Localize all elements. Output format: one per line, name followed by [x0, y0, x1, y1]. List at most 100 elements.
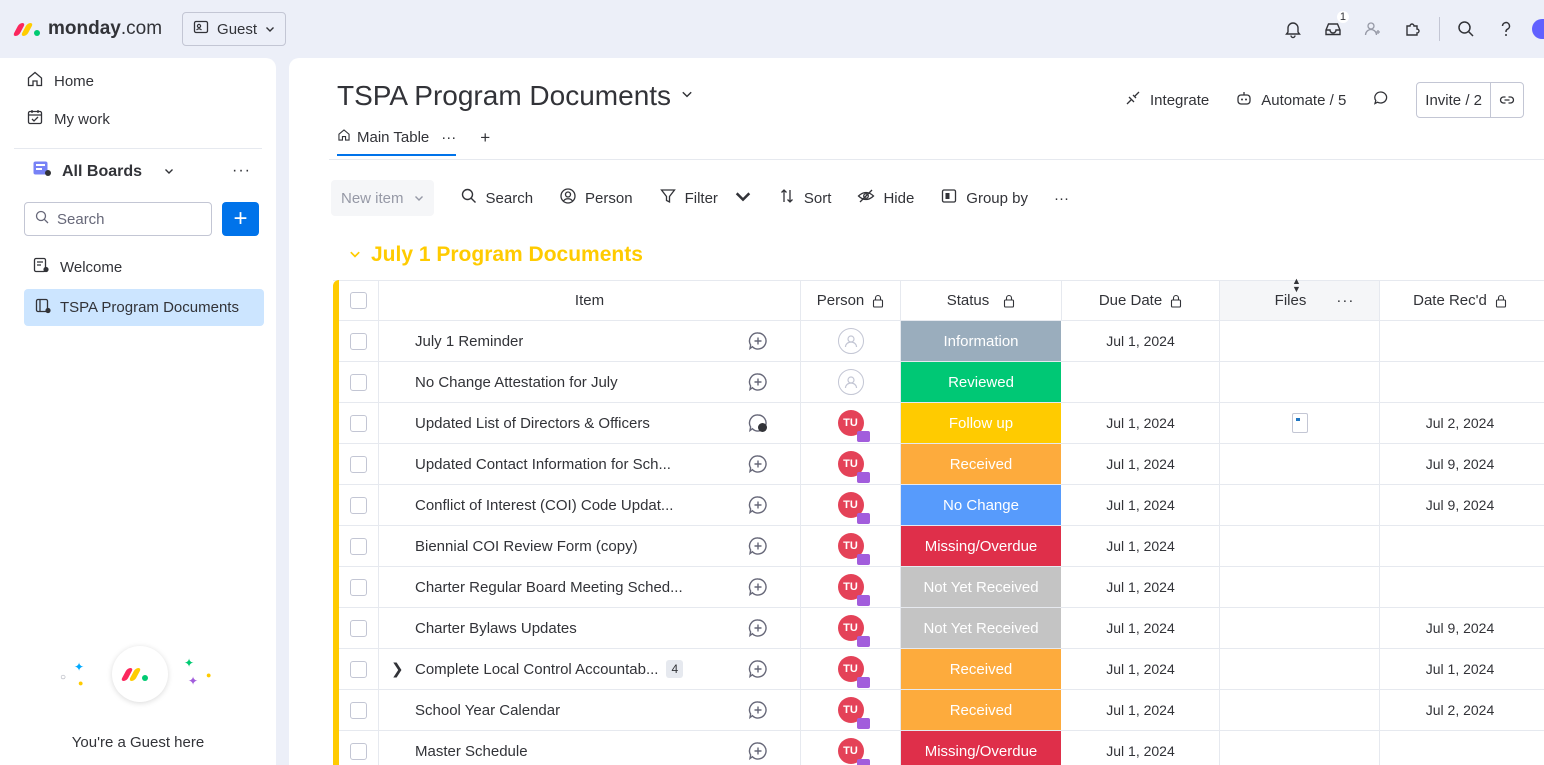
row-checkbox[interactable]	[350, 455, 367, 473]
table-row[interactable]: Updated List of Directors & Officers TU Fo…	[333, 402, 1544, 444]
add-update-icon[interactable]	[716, 321, 801, 361]
status-cell[interactable]: Received	[901, 649, 1062, 689]
item-name-cell[interactable]: Conflict of Interest (COI) Code Updat...	[379, 485, 716, 525]
column-header-person[interactable]: Person	[801, 281, 901, 320]
item-name-cell[interactable]: ❯ Complete Local Control Accountab... 4	[379, 649, 716, 689]
column-more-button[interactable]: ···	[1336, 292, 1354, 309]
add-update-icon[interactable]	[716, 362, 801, 402]
add-update-icon[interactable]	[716, 608, 801, 648]
table-row[interactable]: July 1 Reminder Information Jul 1, 2024	[333, 320, 1544, 362]
person-cell[interactable]: TU	[801, 690, 901, 730]
row-checkbox[interactable]	[350, 578, 367, 596]
add-update-icon[interactable]	[716, 526, 801, 566]
item-name-cell[interactable]: Charter Regular Board Meeting Sched...	[379, 567, 716, 607]
chevron-down-icon[interactable]	[349, 247, 361, 263]
all-boards-dropdown[interactable]: All Boards	[32, 160, 174, 183]
add-view-button[interactable]: +	[480, 128, 490, 156]
item-name-cell[interactable]: Biennial COI Review Form (copy)	[379, 526, 716, 566]
sidebar-item-my-work[interactable]: My work	[26, 108, 110, 130]
date-received-cell[interactable]	[1380, 362, 1540, 402]
updates-count-icon[interactable]	[716, 403, 801, 443]
toolbar-search-button[interactable]: Search	[460, 187, 533, 209]
date-received-cell[interactable]	[1380, 731, 1540, 765]
add-update-icon[interactable]	[716, 567, 801, 607]
tab-main-table[interactable]: Main Table ···	[337, 128, 457, 156]
add-update-icon[interactable]	[716, 485, 801, 525]
notifications-bell-icon[interactable]	[1273, 9, 1313, 49]
sidebar-item-welcome[interactable]: Welcome	[32, 256, 122, 278]
due-date-cell[interactable]: Jul 1, 2024	[1062, 526, 1220, 566]
person-cell[interactable]: TU	[801, 444, 901, 484]
subitem-count-badge[interactable]: 4	[666, 660, 684, 678]
board-title[interactable]: TSPA Program Documents	[337, 80, 693, 112]
row-checkbox[interactable]	[350, 496, 367, 514]
status-cell[interactable]: Not Yet Received	[901, 608, 1062, 648]
item-name-cell[interactable]: Master Schedule	[379, 731, 716, 765]
group-header[interactable]: July 1 Program Documents	[349, 243, 643, 267]
tab-more-button[interactable]: ···	[441, 129, 456, 146]
item-name-cell[interactable]: Charter Bylaws Updates	[379, 608, 716, 648]
status-cell[interactable]: Information	[901, 321, 1062, 361]
person-cell[interactable]	[801, 362, 901, 402]
add-board-button[interactable]: +	[222, 202, 259, 236]
automate-button[interactable]: Automate / 5	[1235, 89, 1346, 111]
row-checkbox[interactable]	[350, 332, 367, 350]
row-checkbox[interactable]	[350, 619, 367, 637]
date-received-cell[interactable]	[1380, 321, 1540, 361]
column-header-item[interactable]: Item	[379, 281, 801, 320]
table-row[interactable]: No Change Attestation for July Reviewed	[333, 361, 1544, 403]
due-date-cell[interactable]: Jul 1, 2024	[1062, 690, 1220, 730]
add-update-icon[interactable]	[716, 690, 801, 730]
select-all-checkbox[interactable]	[350, 292, 367, 309]
search-icon[interactable]	[1446, 9, 1486, 49]
column-header-date-received[interactable]: Date Rec'd	[1380, 281, 1540, 320]
due-date-cell[interactable]: Jul 1, 2024	[1062, 649, 1220, 689]
workspace-more-button[interactable]: ···	[232, 162, 251, 180]
due-date-cell[interactable]: Jul 1, 2024	[1062, 567, 1220, 607]
chevron-down-icon[interactable]	[734, 187, 752, 209]
table-row[interactable]: Conflict of Interest (COI) Code Updat...…	[333, 484, 1544, 526]
monday-logo[interactable]: monday.com	[12, 14, 162, 44]
table-row[interactable]: Biennial COI Review Form (copy) TU Missing…	[333, 525, 1544, 567]
files-cell[interactable]	[1220, 485, 1380, 525]
person-cell[interactable]: TU	[801, 608, 901, 648]
person-cell[interactable]: TU	[801, 567, 901, 607]
updates-chat-button[interactable]	[1372, 89, 1390, 111]
status-cell[interactable]: Follow up	[901, 403, 1062, 443]
group-title[interactable]: July 1 Program Documents	[371, 243, 643, 267]
sidebar-item-home[interactable]: Home	[26, 70, 94, 92]
date-received-cell[interactable]: Jul 2, 2024	[1380, 690, 1540, 730]
inbox-icon[interactable]: 1	[1313, 9, 1353, 49]
toolbar-filter-button[interactable]: Filter	[659, 187, 752, 209]
toolbar-sort-button[interactable]: Sort	[778, 187, 831, 209]
files-cell[interactable]	[1220, 444, 1380, 484]
invite-button[interactable]: Invite / 2	[1416, 82, 1524, 118]
invite-members-icon[interactable]	[1353, 9, 1393, 49]
files-cell[interactable]	[1220, 608, 1380, 648]
column-header-due-date[interactable]: Due Date	[1062, 281, 1220, 320]
files-cell[interactable]	[1220, 403, 1380, 443]
files-cell[interactable]	[1220, 731, 1380, 765]
toolbar-group-by-button[interactable]: Group by	[940, 187, 1028, 209]
profile-avatar-edge[interactable]	[1532, 19, 1544, 39]
due-date-cell[interactable]: Jul 1, 2024	[1062, 608, 1220, 648]
table-row[interactable]: Updated Contact Information for Sch... TU…	[333, 443, 1544, 485]
files-cell[interactable]	[1220, 526, 1380, 566]
table-row[interactable]: Charter Regular Board Meeting Sched... TU…	[333, 566, 1544, 608]
person-cell[interactable]: TU	[801, 403, 901, 443]
files-cell[interactable]	[1220, 690, 1380, 730]
column-header-files[interactable]: ▲ ▼ Files ···	[1220, 277, 1380, 320]
date-received-cell[interactable]	[1380, 526, 1540, 566]
add-update-icon[interactable]	[716, 731, 801, 765]
column-header-status[interactable]: Status	[901, 281, 1062, 320]
item-name-cell[interactable]: July 1 Reminder	[379, 321, 716, 361]
row-checkbox[interactable]	[350, 537, 367, 555]
due-date-cell[interactable]: Jul 1, 2024	[1062, 444, 1220, 484]
date-received-cell[interactable]: Jul 1, 2024	[1380, 649, 1540, 689]
file-thumbnail-icon[interactable]	[1291, 413, 1308, 433]
help-question-icon[interactable]	[1486, 9, 1526, 49]
sidebar-search-input[interactable]: Search	[24, 202, 212, 236]
column-resize-icon[interactable]: ▲ ▼	[1292, 277, 1301, 294]
status-cell[interactable]: Missing/Overdue	[901, 526, 1062, 566]
person-cell[interactable]: TU	[801, 485, 901, 525]
